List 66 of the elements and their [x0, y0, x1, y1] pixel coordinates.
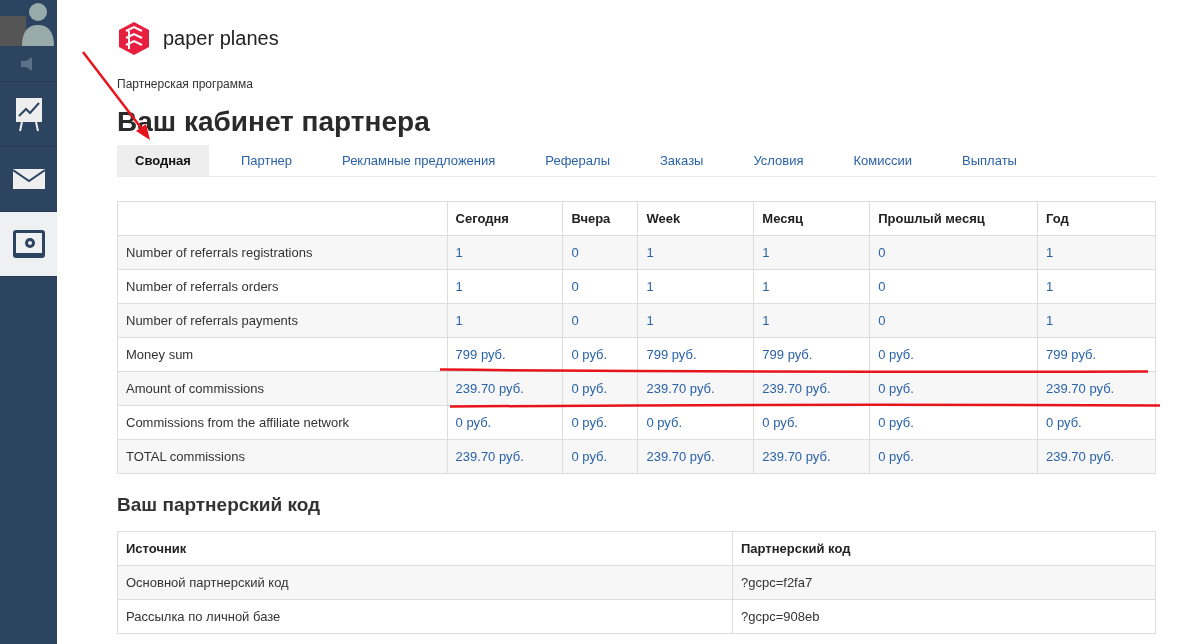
value-link[interactable]: 799 руб. — [646, 346, 697, 362]
row-label: Рассылка по личной базе — [117, 599, 733, 634]
value-link[interactable]: 1 — [646, 278, 654, 294]
logo-text: paper planes — [163, 25, 279, 51]
code-value: ?gcpc=908eb — [741, 608, 820, 624]
row-label: Money sum — [117, 337, 448, 372]
value-link[interactable]: 0 — [878, 244, 886, 260]
value-link[interactable]: 1 — [762, 278, 770, 294]
row-label: Number of referrals orders — [117, 269, 448, 304]
value-link[interactable]: 0 руб. — [646, 414, 683, 430]
sidebar-item[interactable] — [0, 212, 57, 277]
value-link[interactable]: 0 руб. — [878, 448, 914, 464]
tab[interactable]: Условия — [735, 144, 822, 177]
value-link[interactable]: 0 руб. — [878, 414, 914, 430]
value-link[interactable]: 1 — [1046, 312, 1054, 328]
value-link[interactable]: 1 — [455, 278, 463, 294]
column-header: Week — [637, 201, 754, 236]
safe-icon — [12, 230, 45, 258]
value-link[interactable]: 0 руб. — [1046, 414, 1082, 430]
value-link[interactable]: 0 — [571, 278, 579, 294]
mail-icon — [12, 169, 45, 189]
column-header: Прошлый месяц — [869, 201, 1038, 236]
row-label: TOTAL commissions — [117, 439, 448, 474]
column-header: Партнерский код — [732, 531, 1156, 566]
value-link[interactable]: 1 — [1046, 244, 1054, 260]
value-link[interactable]: 1 — [1046, 278, 1054, 294]
avatar-icon — [0, 0, 57, 46]
tab[interactable]: Рефералы — [527, 144, 628, 177]
column-header: Месяц — [753, 201, 870, 236]
tab[interactable]: Сводная — [117, 144, 209, 177]
value-link[interactable]: 0 — [571, 312, 579, 328]
tab[interactable]: Партнер — [222, 144, 311, 177]
value-link[interactable]: 0 руб. — [878, 380, 914, 396]
row-label: Amount of commissions — [117, 371, 448, 406]
row-label: Number of referrals payments — [117, 303, 448, 338]
row-label: Основной партнерский код — [117, 565, 733, 600]
value-link[interactable]: 0 руб. — [878, 346, 914, 362]
row-label: Number of referrals registrations — [117, 235, 448, 270]
value-link[interactable]: 1 — [455, 244, 463, 260]
value-link[interactable]: 0 руб. — [762, 414, 798, 430]
value-link[interactable]: 0 — [571, 244, 579, 260]
value-link[interactable]: 1 — [646, 244, 654, 260]
breadcrumb: Партнерская программа — [117, 76, 254, 93]
code-value: ?gcpc=f2fa7 — [741, 574, 813, 590]
value-link[interactable]: 0 — [878, 278, 886, 294]
value-link[interactable]: 799 руб. — [1046, 346, 1097, 362]
tab[interactable]: Рекламные предложения — [324, 144, 514, 177]
tab[interactable]: Комиссии — [835, 144, 931, 177]
value-link[interactable]: 0 руб. — [455, 414, 492, 430]
row-label: Commissions from the affiliate network — [117, 405, 448, 440]
value-link[interactable]: 0 — [878, 312, 886, 328]
column-header: Сегодня — [447, 201, 563, 236]
sidebar-item[interactable] — [0, 0, 57, 46]
tab[interactable]: Заказы — [642, 144, 722, 177]
value-link[interactable]: 1 — [646, 312, 654, 328]
column-header: Вчера — [563, 201, 638, 236]
value-link[interactable]: 1 — [455, 312, 463, 328]
value-link[interactable]: 1 — [762, 312, 770, 328]
section-title: Ваш партнерский код — [117, 494, 322, 517]
chart-icon — [13, 96, 44, 132]
logo-icon — [117, 20, 151, 55]
column-header: Источник — [117, 531, 733, 566]
tab[interactable]: Выплаты — [944, 144, 1035, 177]
column-header: Год — [1037, 201, 1156, 236]
value-link[interactable]: 1 — [762, 244, 770, 260]
value-link[interactable]: 799 руб. — [762, 346, 813, 362]
